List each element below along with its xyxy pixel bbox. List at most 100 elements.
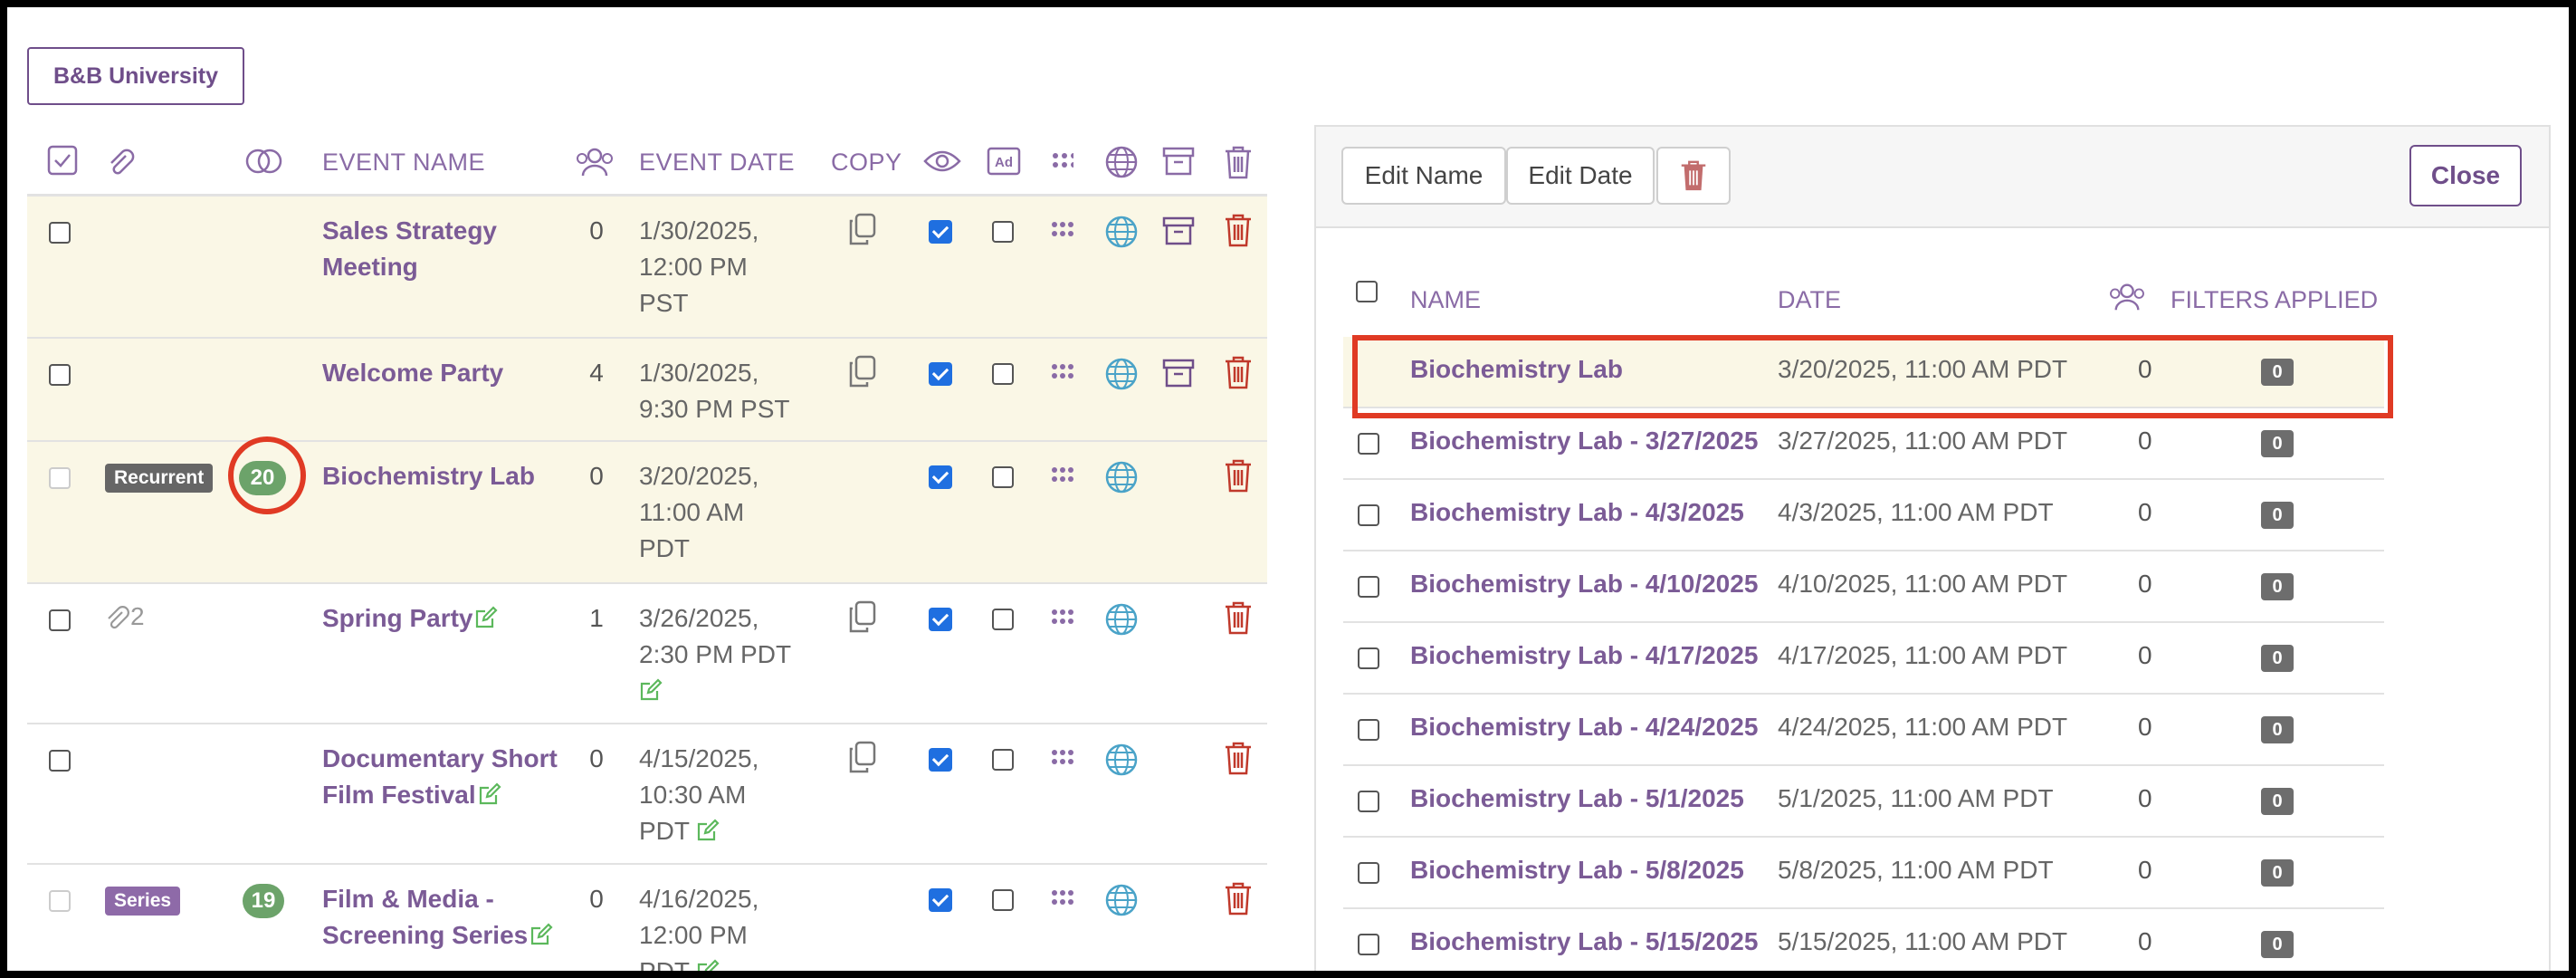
ad-checkbox[interactable] bbox=[992, 609, 1014, 630]
occurrence-name[interactable]: Biochemistry Lab - 4/3/2025 bbox=[1410, 498, 1744, 527]
edit-icon[interactable] bbox=[530, 923, 553, 946]
globe-icon[interactable] bbox=[1104, 883, 1139, 917]
occurrence-count: 0 bbox=[2138, 498, 2152, 526]
occurrence-row[interactable]: Biochemistry Lab - 4/3/2025 4/3/2025, 11… bbox=[1343, 480, 2384, 551]
row-checkbox[interactable] bbox=[1358, 934, 1379, 955]
occurrence-row[interactable]: Biochemistry Lab - 5/8/2025 5/8/2025, 11… bbox=[1343, 838, 2384, 909]
edit-date-icon[interactable] bbox=[696, 959, 720, 971]
row-checkbox[interactable] bbox=[1358, 719, 1379, 741]
occurrence-name[interactable]: Biochemistry Lab - 5/8/2025 bbox=[1410, 856, 1744, 885]
table-row[interactable]: 2 Spring Party 1 3/26/2025, 2:30 PM PDT bbox=[27, 584, 1267, 724]
event-name[interactable]: Documentary Short Film Festival bbox=[322, 741, 567, 813]
visibility-checkbox[interactable] bbox=[929, 748, 952, 772]
grid-icon[interactable] bbox=[1052, 609, 1075, 628]
copy-icon[interactable] bbox=[847, 213, 876, 245]
ad-checkbox[interactable] bbox=[992, 749, 1014, 771]
edit-date-icon[interactable] bbox=[696, 819, 720, 842]
row-checkbox[interactable] bbox=[49, 890, 71, 912]
occurrence-date: 5/1/2025, 11:00 AM PDT bbox=[1778, 784, 2054, 812]
delete-icon[interactable] bbox=[1224, 213, 1253, 247]
row-checkbox[interactable] bbox=[49, 364, 71, 386]
visibility-checkbox[interactable] bbox=[929, 465, 952, 489]
event-name[interactable]: Biochemistry Lab bbox=[322, 458, 558, 494]
grid-icon[interactable] bbox=[1052, 890, 1075, 908]
table-row[interactable]: Series 19 Film & Media - Screening Series… bbox=[27, 865, 1267, 971]
select-all-checkbox[interactable] bbox=[1356, 281, 1378, 302]
globe-icon[interactable] bbox=[1104, 357, 1139, 391]
delete-icon[interactable] bbox=[1224, 741, 1253, 775]
archive-icon[interactable] bbox=[1162, 215, 1195, 247]
row-checkbox[interactable] bbox=[1358, 433, 1379, 455]
globe-icon[interactable] bbox=[1104, 460, 1139, 494]
trash-icon bbox=[1681, 160, 1706, 191]
row-checkbox[interactable] bbox=[1358, 576, 1379, 598]
row-checkbox[interactable] bbox=[1358, 791, 1379, 812]
occurrence-row[interactable]: Biochemistry Lab - 5/15/2025 5/15/2025, … bbox=[1343, 909, 2384, 971]
row-checkbox[interactable] bbox=[49, 609, 71, 631]
delete-icon[interactable] bbox=[1224, 600, 1253, 635]
copy-icon[interactable] bbox=[847, 600, 876, 633]
visibility-checkbox[interactable] bbox=[929, 608, 952, 631]
event-name[interactable]: Sales Strategy Meeting bbox=[322, 213, 558, 285]
visibility-checkbox[interactable] bbox=[929, 362, 952, 386]
occurrences-panel: Edit Name Edit Date Close NAME DATE FILT… bbox=[1314, 125, 2551, 971]
archive-icon[interactable] bbox=[1162, 357, 1195, 389]
grid-icon[interactable] bbox=[1052, 750, 1075, 768]
occurrence-name[interactable]: Biochemistry Lab - 5/15/2025 bbox=[1410, 927, 1758, 956]
occurrence-name[interactable]: Biochemistry Lab - 5/1/2025 bbox=[1410, 784, 1744, 813]
event-date: 4/16/2025,12:00 PMPDT bbox=[639, 881, 820, 971]
select-all-icon[interactable] bbox=[47, 145, 78, 176]
grid-icon[interactable] bbox=[1052, 222, 1075, 240]
edit-icon[interactable] bbox=[474, 606, 499, 629]
occurrence-name[interactable]: Biochemistry Lab - 3/27/2025 bbox=[1410, 427, 1758, 455]
occurrence-row[interactable]: Biochemistry Lab - 5/1/2025 5/1/2025, 11… bbox=[1343, 766, 2384, 838]
attendee-count: 1 bbox=[589, 604, 604, 632]
delete-icon[interactable] bbox=[1224, 881, 1253, 916]
delete-icon[interactable] bbox=[1224, 458, 1253, 493]
edit-date-icon[interactable] bbox=[639, 678, 663, 702]
edit-name-button[interactable]: Edit Name bbox=[1341, 147, 1506, 205]
table-row[interactable]: Recurrent 20 Biochemistry Lab 0 3/20/202… bbox=[27, 442, 1267, 584]
event-name[interactable]: Spring Party bbox=[322, 600, 558, 637]
table-row[interactable]: Sales Strategy Meeting 0 1/30/2025, 12:00 … bbox=[27, 197, 1267, 339]
close-button[interactable]: Close bbox=[2409, 145, 2522, 206]
ad-checkbox[interactable] bbox=[992, 221, 1014, 243]
edit-date-button[interactable]: Edit Date bbox=[1506, 147, 1655, 205]
occurrence-name[interactable]: Biochemistry Lab - 4/10/2025 bbox=[1410, 570, 1758, 599]
globe-icon[interactable] bbox=[1104, 743, 1139, 777]
visibility-checkbox[interactable] bbox=[929, 888, 952, 912]
occurrence-row[interactable]: Biochemistry Lab - 4/17/2025 4/17/2025, … bbox=[1343, 623, 2384, 695]
org-button[interactable]: B&B University bbox=[27, 47, 244, 105]
ad-checkbox[interactable] bbox=[992, 466, 1014, 488]
row-checkbox[interactable] bbox=[1358, 504, 1379, 526]
occurrence-row[interactable]: Biochemistry Lab - 4/10/2025 4/10/2025, … bbox=[1343, 551, 2384, 623]
row-checkbox[interactable] bbox=[1358, 862, 1379, 884]
attachment-icon[interactable] bbox=[103, 604, 130, 631]
grid-icon[interactable] bbox=[1052, 364, 1075, 382]
occurrence-count-bubble[interactable]: 19 bbox=[243, 884, 284, 918]
copy-icon[interactable] bbox=[847, 741, 876, 773]
delete-icon[interactable] bbox=[1224, 355, 1253, 389]
row-checkbox[interactable] bbox=[49, 222, 71, 244]
row-checkbox[interactable] bbox=[49, 467, 71, 489]
ad-checkbox[interactable] bbox=[992, 363, 1014, 385]
visibility-checkbox[interactable] bbox=[929, 220, 952, 244]
row-checkbox[interactable] bbox=[1358, 647, 1379, 669]
occurrence-row[interactable]: Biochemistry Lab - 3/27/2025 3/27/2025, … bbox=[1343, 408, 2384, 480]
attendee-count: 0 bbox=[589, 885, 604, 913]
grid-icon[interactable] bbox=[1052, 467, 1075, 485]
occurrence-name[interactable]: Biochemistry Lab - 4/24/2025 bbox=[1410, 713, 1758, 742]
occurrence-name[interactable]: Biochemistry Lab - 4/17/2025 bbox=[1410, 641, 1758, 670]
event-name[interactable]: Welcome Party bbox=[322, 355, 558, 391]
globe-icon[interactable] bbox=[1104, 215, 1139, 249]
copy-icon[interactable] bbox=[847, 355, 876, 388]
delete-button[interactable] bbox=[1656, 147, 1731, 205]
edit-icon[interactable] bbox=[478, 782, 501, 806]
row-checkbox[interactable] bbox=[49, 750, 71, 772]
occurrence-row[interactable]: Biochemistry Lab - 4/24/2025 4/24/2025, … bbox=[1343, 695, 2384, 766]
table-row[interactable]: Documentary Short Film Festival 0 4/15/20… bbox=[27, 724, 1267, 865]
table-row[interactable]: Welcome Party 4 1/30/2025, 9:30 PM PST bbox=[27, 339, 1267, 442]
ad-checkbox[interactable] bbox=[992, 889, 1014, 911]
globe-icon[interactable] bbox=[1104, 602, 1139, 637]
event-name[interactable]: Film & Media - Screening Series bbox=[322, 881, 567, 954]
